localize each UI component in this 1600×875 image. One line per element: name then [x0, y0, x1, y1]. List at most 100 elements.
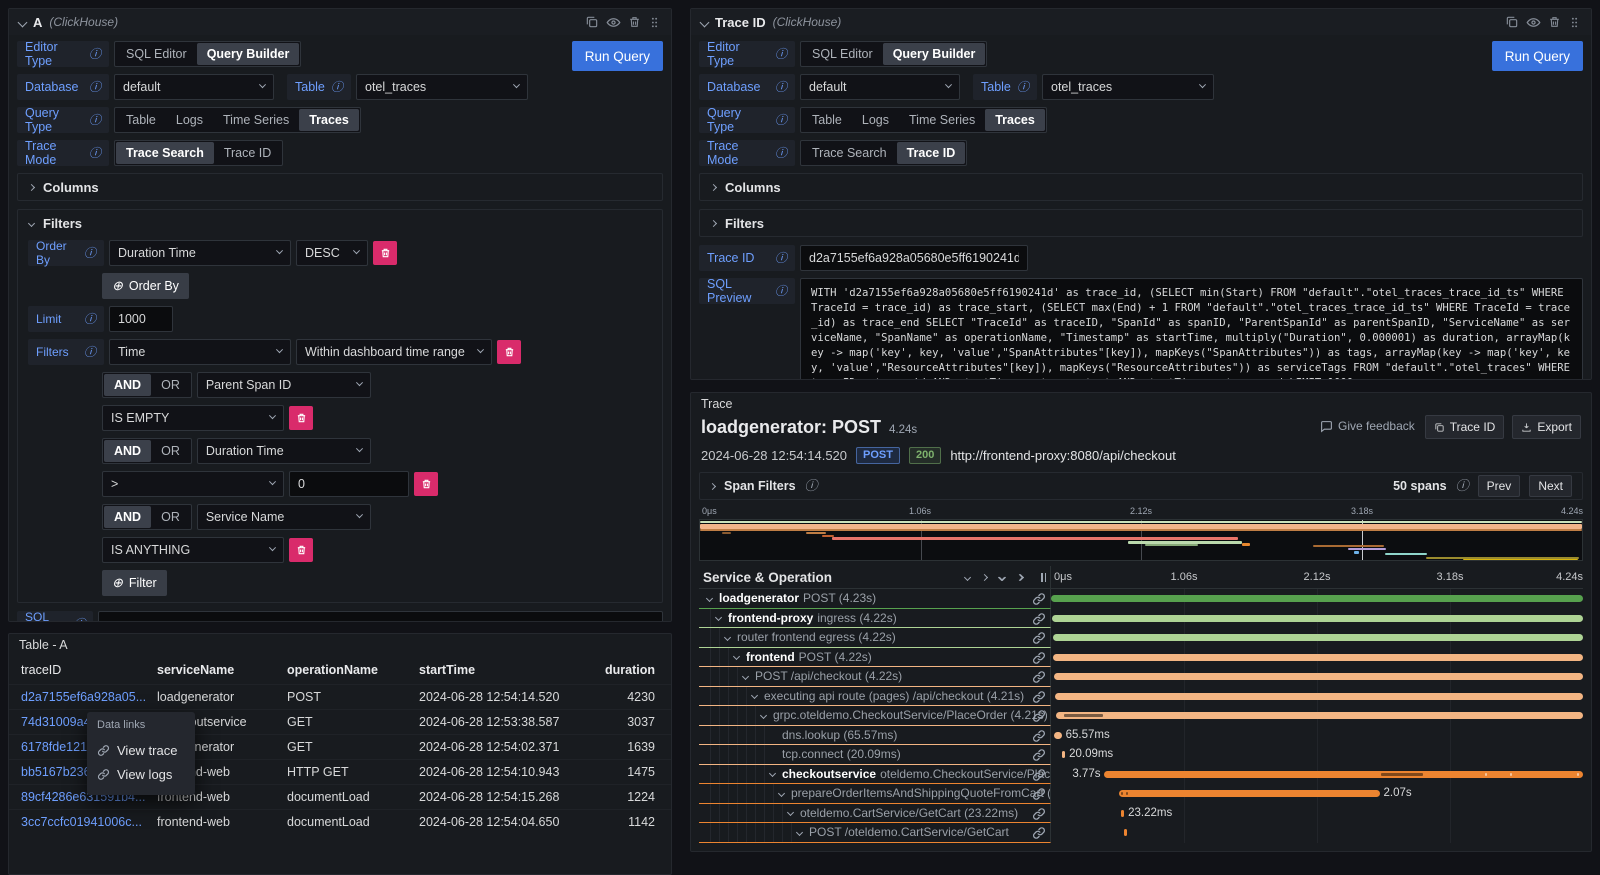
- remove-condition-button[interactable]: [289, 538, 313, 562]
- span-name[interactable]: oteldemo.CartService/GetCart (23.22ms): [785, 806, 1038, 820]
- query-type-timeseries[interactable]: Time Series: [213, 109, 299, 131]
- link-icon[interactable]: [1032, 748, 1046, 762]
- info-icon[interactable]: [74, 618, 86, 622]
- span-name[interactable]: tcp.connect (20.09ms): [767, 747, 921, 761]
- col-starttime[interactable]: startTime: [419, 663, 601, 677]
- span-row[interactable]: tcp.connect (20.09ms) 20.09ms: [699, 745, 1583, 765]
- collapse-all-icon[interactable]: [999, 575, 1005, 580]
- info-icon[interactable]: [775, 48, 787, 60]
- link-icon[interactable]: [1032, 768, 1046, 782]
- info-icon[interactable]: [89, 114, 101, 126]
- link-icon[interactable]: [1032, 612, 1046, 626]
- span-bar-track[interactable]: [1051, 687, 1583, 707]
- span-row[interactable]: POST /api/checkout (4.22s): [699, 667, 1583, 687]
- drag-handle-icon[interactable]: [648, 16, 661, 29]
- span-name[interactable]: checkoutserviceoteldemo.CheckoutService/…: [767, 767, 1050, 781]
- info-icon[interactable]: [84, 346, 96, 358]
- info-icon[interactable]: [89, 81, 101, 93]
- span-bar-track[interactable]: [1051, 609, 1583, 629]
- and-option[interactable]: AND: [104, 440, 151, 462]
- condition-field-select[interactable]: Parent Span ID: [197, 372, 371, 398]
- or-option[interactable]: OR: [151, 440, 190, 462]
- database-select[interactable]: default: [114, 74, 274, 100]
- trace-id-button[interactable]: Trace ID: [1425, 415, 1505, 439]
- col-duration[interactable]: duration: [601, 663, 659, 677]
- span-bar-track[interactable]: [1051, 589, 1583, 609]
- trace-id-input[interactable]: [800, 245, 1028, 271]
- span-row[interactable]: frontendPOST (4.22s): [699, 648, 1583, 668]
- trace-search-option[interactable]: Trace Search: [802, 142, 897, 164]
- add-filter-button[interactable]: Filter: [102, 570, 167, 596]
- span-row[interactable]: frontend-proxyingress (4.22s): [699, 609, 1583, 629]
- query-type-logs[interactable]: Logs: [852, 109, 899, 131]
- sql-editor-option[interactable]: SQL Editor: [802, 43, 883, 65]
- info-icon[interactable]: [331, 81, 343, 93]
- query-type-timeseries[interactable]: Time Series: [899, 109, 985, 131]
- col-servicename[interactable]: serviceName: [157, 663, 287, 677]
- order-by-direction-select[interactable]: DESC: [296, 240, 368, 266]
- span-row[interactable]: POST /oteldemo.CartService/GetCart: [699, 823, 1583, 843]
- trace-id-link[interactable]: 3cc7ccfc01941006c...: [21, 815, 157, 829]
- add-order-by-button[interactable]: Order By: [102, 273, 189, 299]
- span-bar-track[interactable]: 2.07s: [1051, 784, 1583, 804]
- sql-editor-option[interactable]: SQL Editor: [116, 43, 197, 65]
- panel-header[interactable]: Trace ID (ClickHouse): [691, 9, 1591, 35]
- link-icon[interactable]: [1032, 631, 1046, 645]
- trash-icon[interactable]: [1548, 15, 1561, 29]
- limit-input[interactable]: [109, 306, 173, 332]
- link-icon[interactable]: [1032, 670, 1046, 684]
- duplicate-icon[interactable]: [585, 15, 599, 29]
- filter-field-select[interactable]: Time: [109, 339, 291, 365]
- span-bar-track[interactable]: 20.09ms: [1051, 745, 1583, 765]
- collapse-chevron-icon[interactable]: [18, 17, 28, 27]
- filter-operator-select[interactable]: Within dashboard time range: [296, 339, 492, 365]
- view-trace-link[interactable]: View trace: [97, 738, 185, 762]
- order-by-field-select[interactable]: Duration Time: [109, 240, 291, 266]
- trace-id-link[interactable]: d2a7155ef6a928a05...: [21, 690, 157, 704]
- eye-icon[interactable]: [606, 15, 621, 30]
- remove-condition-button[interactable]: [289, 406, 313, 430]
- view-logs-link[interactable]: View logs: [97, 762, 185, 786]
- info-icon[interactable]: [805, 479, 818, 493]
- col-operationname[interactable]: operationName: [287, 663, 419, 677]
- trash-icon[interactable]: [628, 15, 641, 29]
- duplicate-icon[interactable]: [1505, 15, 1519, 29]
- info-icon[interactable]: [775, 285, 787, 297]
- span-name[interactable]: frontendPOST (4.22s): [731, 650, 892, 664]
- info-icon[interactable]: [775, 147, 787, 159]
- query-type-logs[interactable]: Logs: [166, 109, 213, 131]
- info-icon[interactable]: [775, 114, 787, 126]
- info-icon[interactable]: [1456, 479, 1469, 493]
- span-row[interactable]: loadgeneratorPOST (4.23s): [699, 589, 1583, 609]
- eye-icon[interactable]: [1526, 15, 1541, 30]
- condition-value-input[interactable]: [289, 471, 409, 497]
- query-type-table[interactable]: Table: [802, 109, 852, 131]
- info-icon[interactable]: [84, 313, 96, 325]
- export-button[interactable]: Export: [1512, 415, 1581, 439]
- info-icon[interactable]: [1017, 81, 1029, 93]
- columns-section-header[interactable]: Columns: [700, 174, 1582, 200]
- table-select[interactable]: otel_traces: [1042, 74, 1214, 100]
- span-row[interactable]: prepareOrderItemsAndShippingQuoteFromCar…: [699, 784, 1583, 804]
- link-icon[interactable]: [1032, 592, 1046, 606]
- trace-id-option[interactable]: Trace ID: [897, 142, 966, 164]
- span-bar-track[interactable]: [1051, 823, 1583, 843]
- trace-minimap[interactable]: 0μs1.06s2.12s3.18s4.24s: [699, 506, 1583, 561]
- give-feedback-button[interactable]: Give feedback: [1320, 419, 1415, 433]
- expand-one-icon[interactable]: [982, 575, 987, 580]
- info-icon[interactable]: [775, 252, 787, 264]
- info-icon[interactable]: [89, 48, 101, 60]
- span-name[interactable]: dns.lookup (65.57ms): [767, 728, 917, 742]
- chevron-right-icon[interactable]: [709, 482, 716, 489]
- filters-section-header[interactable]: Filters: [18, 210, 662, 236]
- span-name[interactable]: prepareOrderItemsAndShippingQuoteFromCar…: [776, 786, 1050, 800]
- span-row[interactable]: oteldemo.CartService/GetCart (23.22ms)23…: [699, 804, 1583, 824]
- link-icon[interactable]: [1032, 690, 1046, 704]
- table-panel-title[interactable]: Table - A: [9, 634, 671, 656]
- condition-field-select[interactable]: Service Name: [197, 504, 371, 530]
- prev-button[interactable]: Prev: [1478, 475, 1521, 497]
- next-button[interactable]: Next: [1529, 475, 1572, 497]
- filters-section-header[interactable]: Filters: [700, 210, 1582, 236]
- link-icon[interactable]: [1032, 709, 1046, 723]
- span-name[interactable]: executing api route (pages) /api/checkou…: [749, 689, 1044, 703]
